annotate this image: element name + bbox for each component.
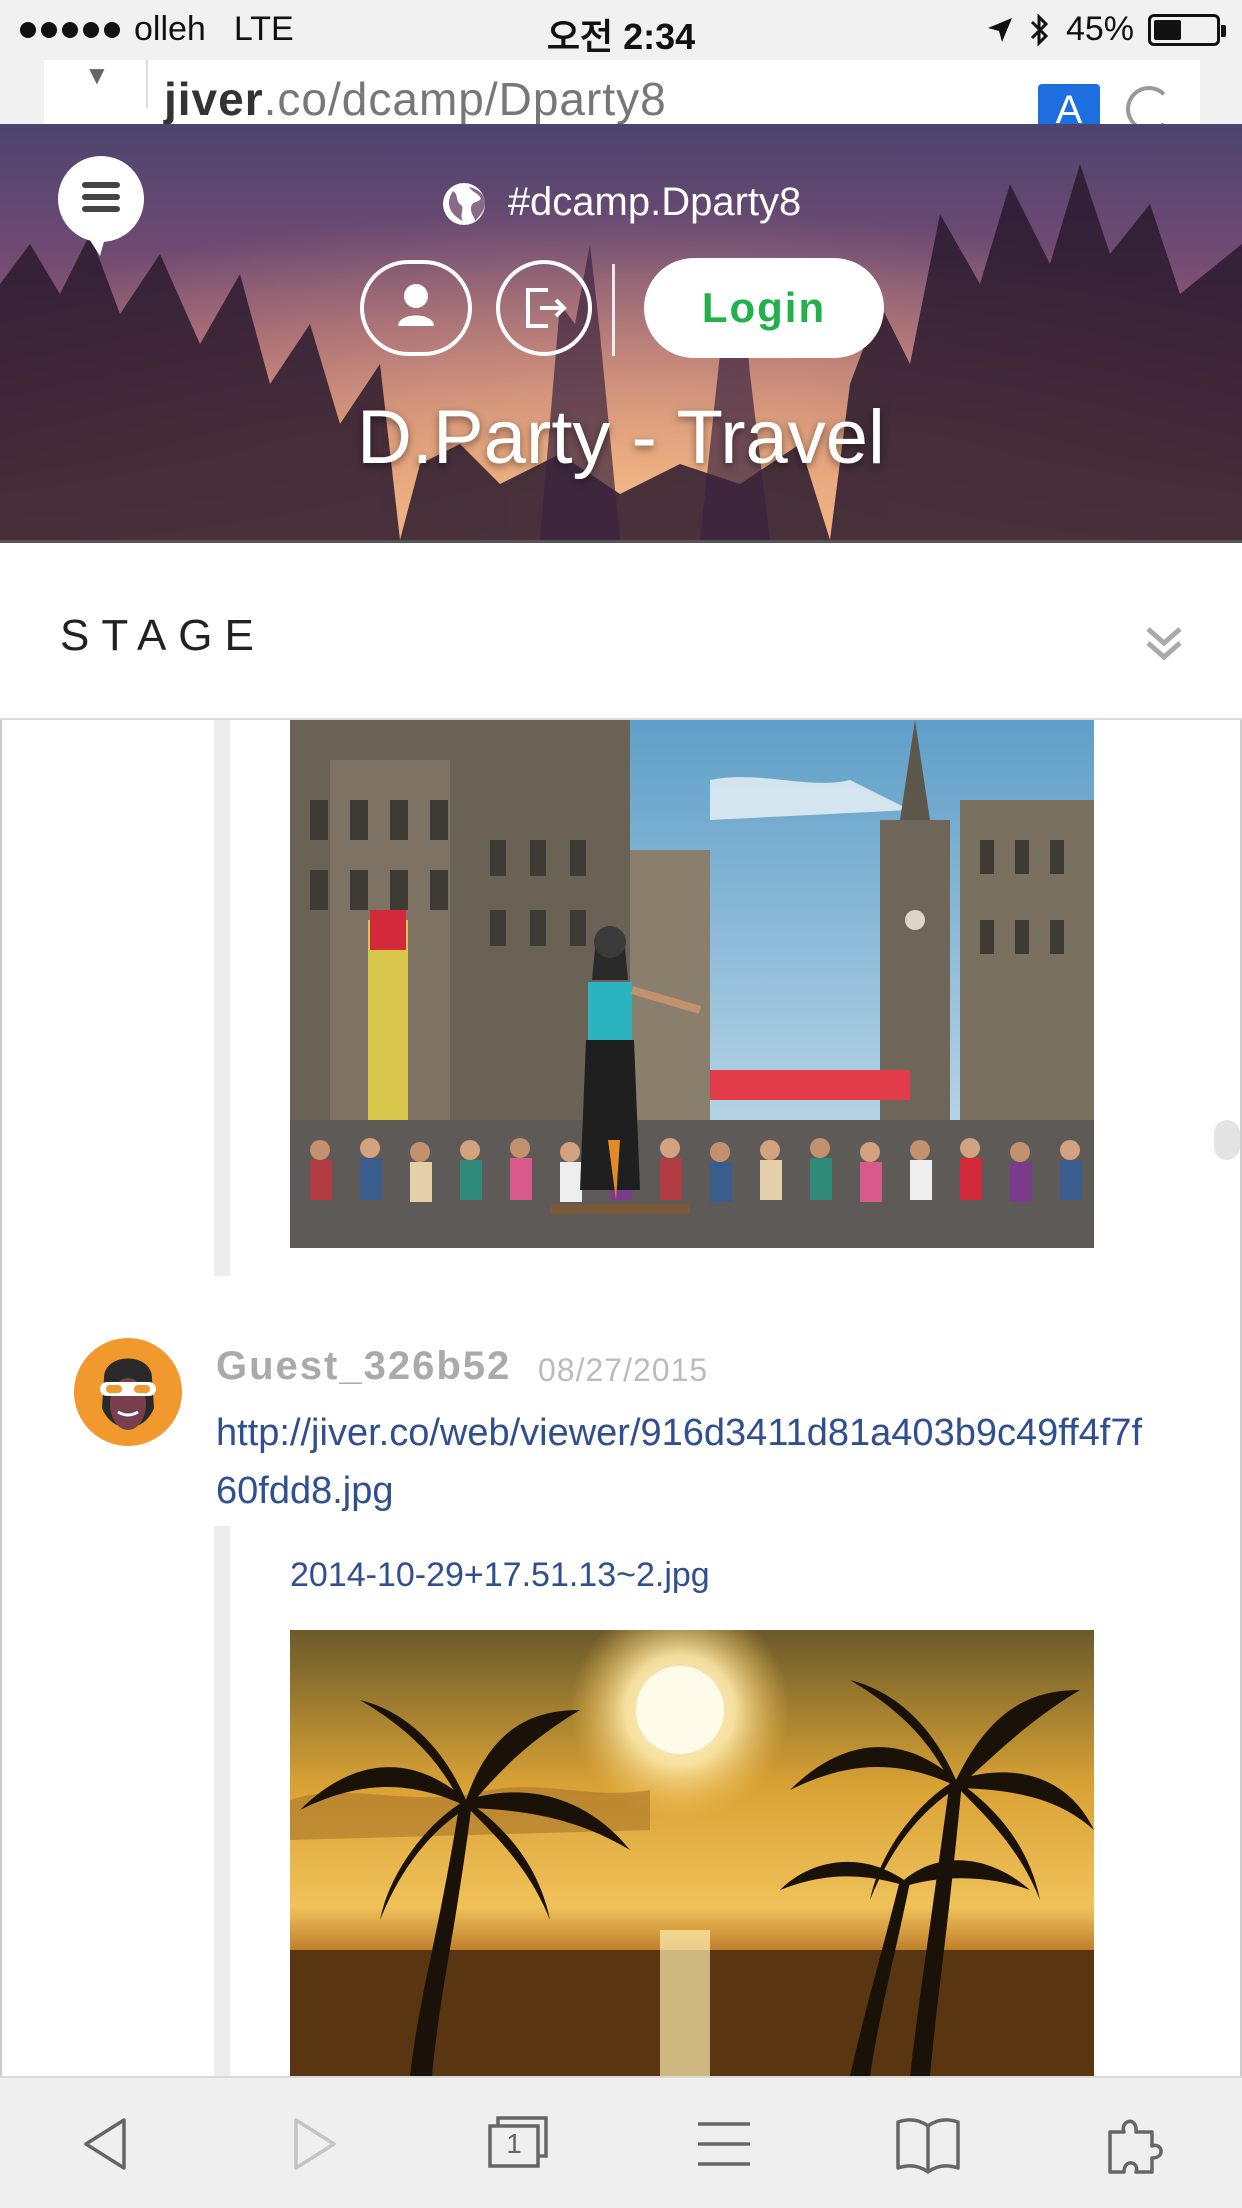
extensions-icon[interactable] [1100, 2108, 1172, 2180]
battery-fill [1154, 19, 1181, 40]
url-domain: jiver [164, 73, 264, 124]
post-username[interactable]: Guest_326b52 [216, 1344, 511, 1389]
attachment-photo[interactable] [290, 1630, 1094, 2076]
url-field[interactable]: ▼ jiver.co/dcamp/Dparty8 A [44, 60, 1200, 124]
logout-button[interactable] [496, 260, 592, 356]
logout-icon [526, 288, 567, 328]
stage-bar[interactable]: STAGE [0, 540, 1242, 720]
url-text[interactable]: jiver.co/dcamp/Dparty8 [164, 72, 667, 124]
profile-button[interactable] [360, 260, 472, 356]
url-path: .co/dcamp/Dparty8 [263, 73, 667, 124]
attachment-quote-bar [214, 720, 230, 1276]
attachment-filename[interactable]: 2014-10-29+17.51.13~2.jpg [290, 1556, 710, 1595]
translate-button[interactable]: A [1038, 84, 1100, 124]
header-divider [612, 264, 615, 356]
url-divider [146, 60, 148, 108]
battery-percent: 45% [1065, 10, 1134, 48]
post-date: 08/27/2015 [538, 1352, 709, 1388]
message-feed[interactable]: Guest_326b52 08/27/2015 http://jiver.co/… [0, 720, 1242, 2076]
location-arrow-icon [987, 17, 1012, 42]
stage-title: STAGE [60, 611, 266, 660]
attachment-photo[interactable] [290, 720, 1094, 1248]
guest-avatar-icon [100, 1358, 156, 1430]
back-icon[interactable] [72, 2108, 144, 2180]
globe-icon [442, 183, 485, 226]
forward-icon[interactable] [276, 2108, 348, 2180]
chevron-down-icon[interactable]: ▼ [84, 60, 110, 91]
bluetooth-icon [1030, 12, 1049, 47]
battery-icon [1148, 13, 1226, 46]
street-performer-photo [290, 720, 1094, 1248]
attachment-quote-bar [214, 1526, 230, 2076]
double-chevron-down-icon[interactable] [1144, 623, 1184, 663]
menu-icon[interactable] [688, 2108, 760, 2180]
profile-icon [398, 284, 434, 326]
bookmarks-icon[interactable] [892, 2108, 964, 2180]
scrollbar-thumb[interactable] [1214, 1120, 1240, 1160]
status-right: 45% [986, 10, 1226, 49]
room-tag-label: #dcamp.Dparty8 [507, 180, 802, 224]
room-tag: #dcamp.Dparty8 [0, 180, 1242, 227]
reload-icon[interactable] [1126, 86, 1172, 124]
tabs-button[interactable]: 1 [480, 2108, 552, 2180]
avatar[interactable] [74, 1338, 182, 1446]
post-link[interactable]: http://jiver.co/web/viewer/916d3411d81a4… [216, 1404, 1156, 1520]
status-bar: olleh LTE 오전 2:34 45% [0, 0, 1242, 60]
room-header: #dcamp.Dparty8 Login D.Party - Travel [0, 124, 1242, 540]
tab-count: 1 [506, 2128, 522, 2159]
sunset-palms-photo [290, 1630, 1094, 2076]
room-title: D.Party - Travel [357, 395, 885, 480]
browser-toolbar: 1 [0, 2076, 1242, 2208]
browser-url-area: ▼ jiver.co/dcamp/Dparty8 A [0, 60, 1242, 124]
login-button[interactable]: Login [644, 258, 884, 358]
